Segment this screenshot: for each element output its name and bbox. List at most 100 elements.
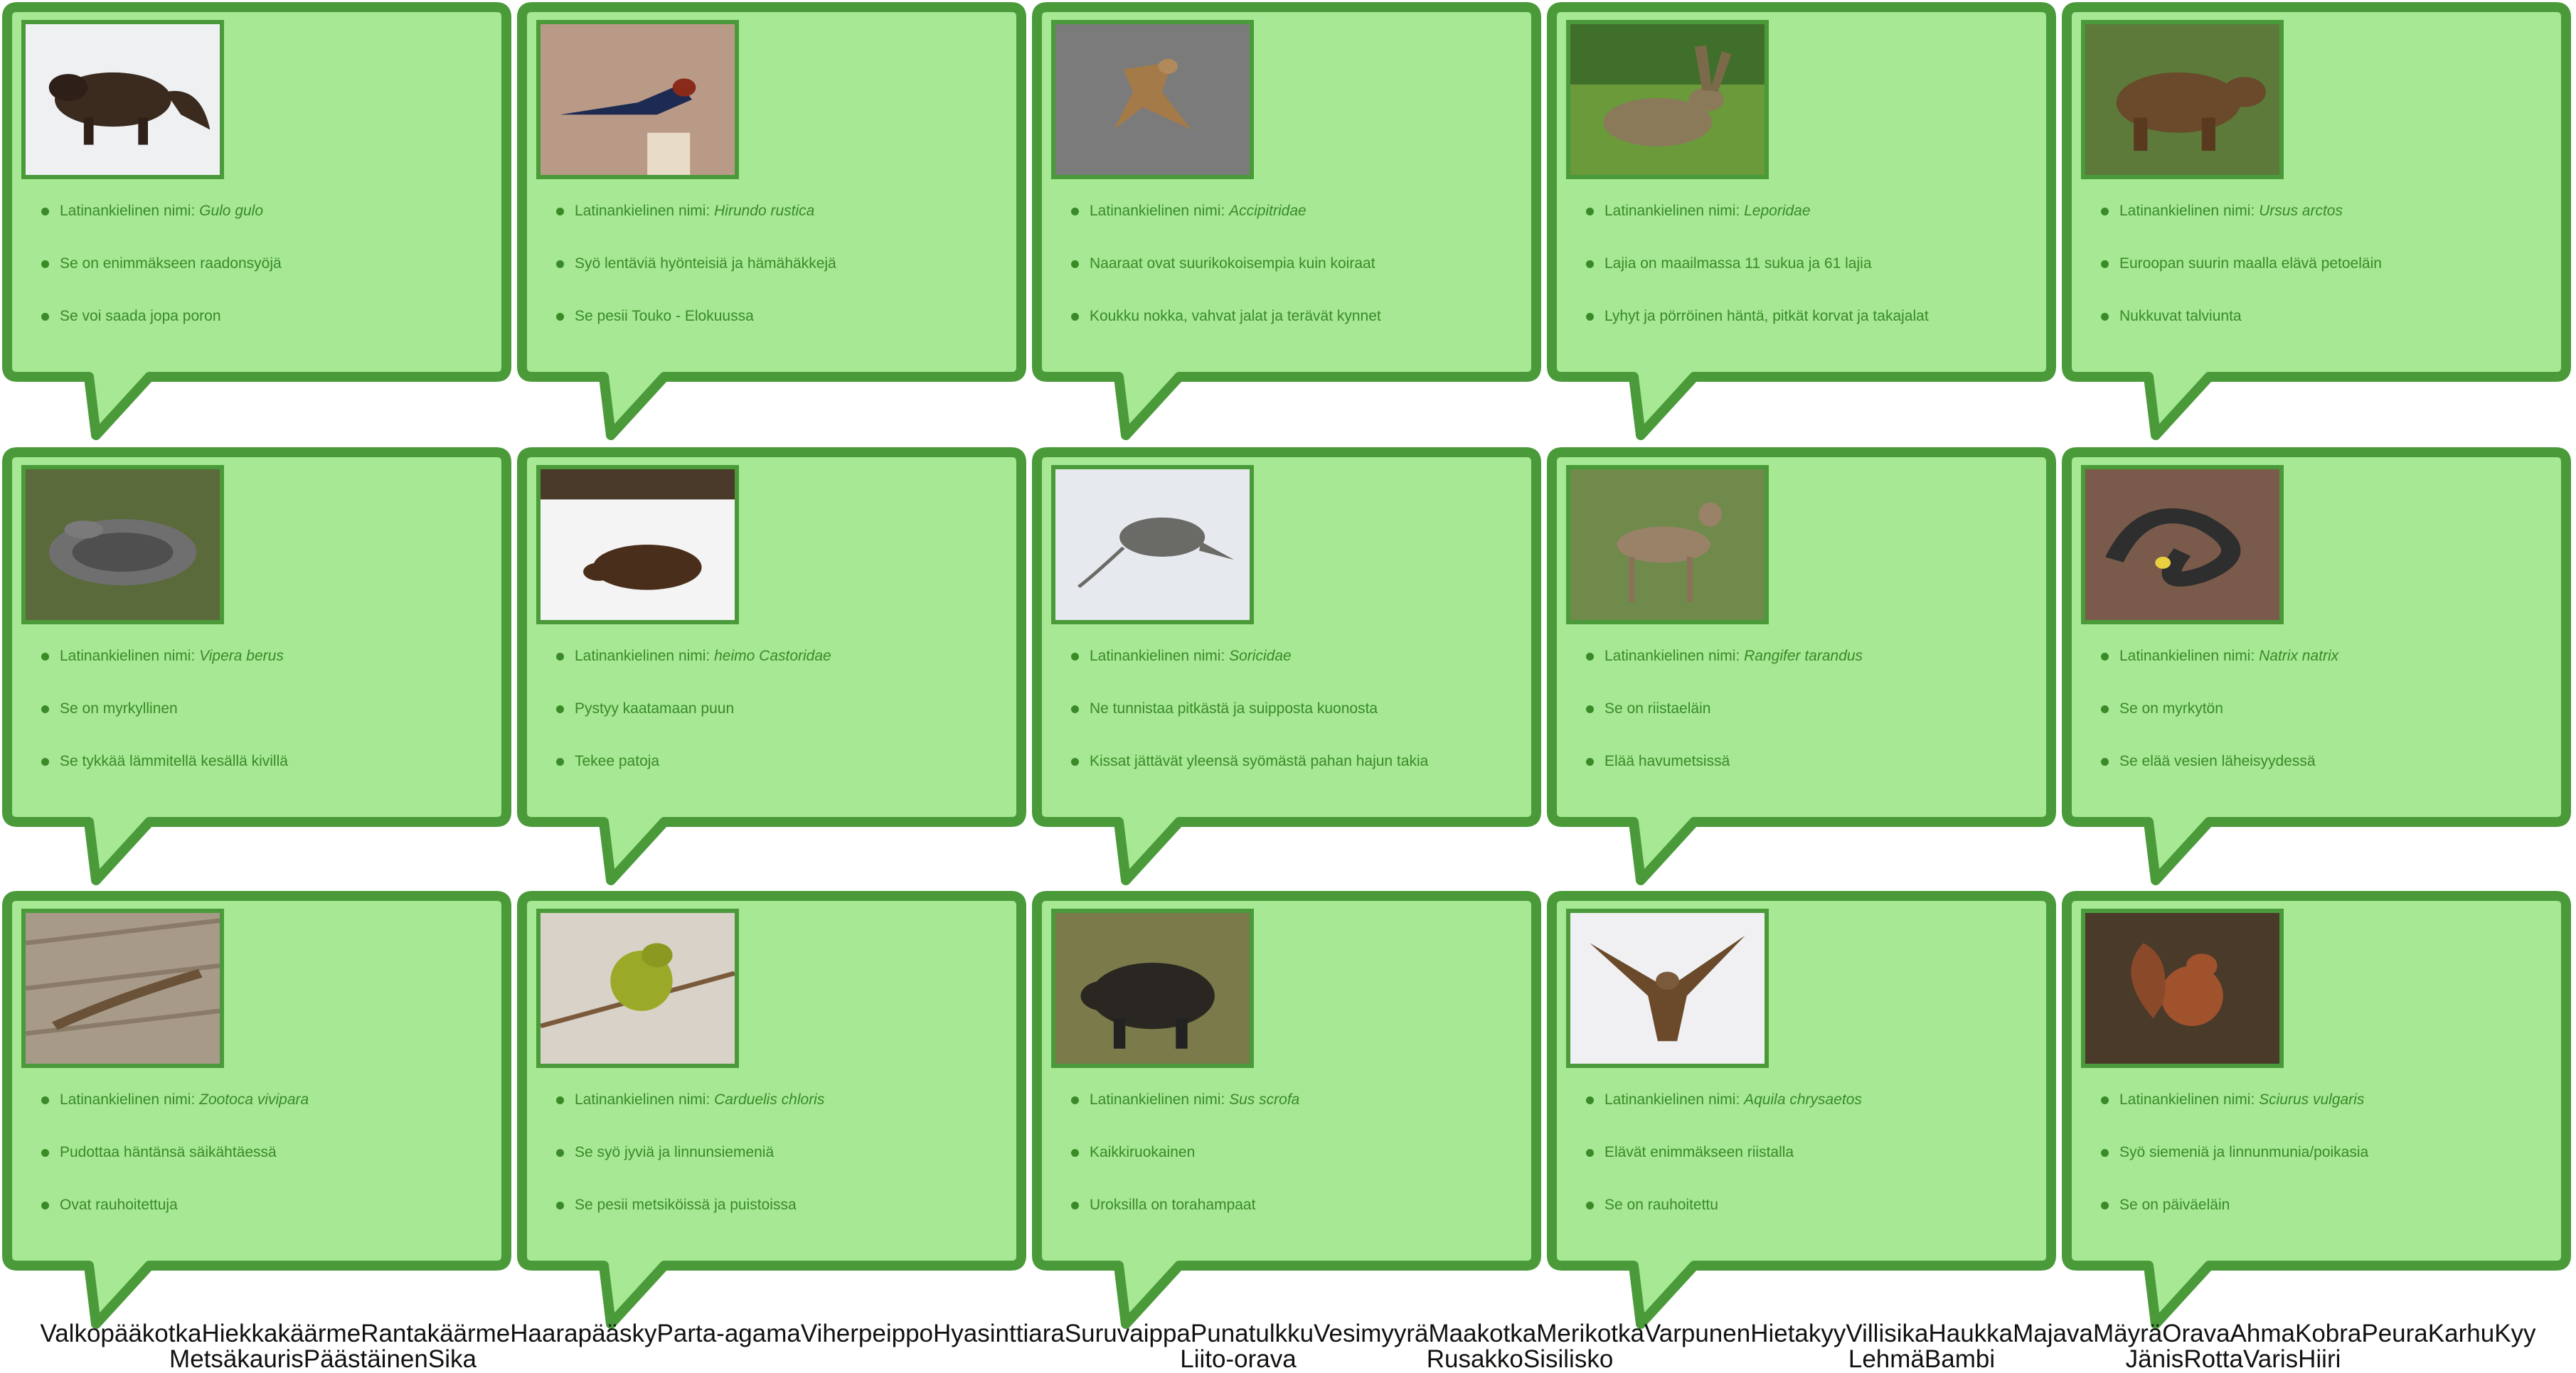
word-bank-word[interactable]: Hyasinttiara (933, 1320, 1065, 1347)
fact-item: Lyhyt ja pörröinen häntä, pitkät korvat … (1585, 306, 2033, 358)
fact-item: Se tykkää lämmitellä kesällä kivillä (40, 751, 488, 803)
word-bank-word[interactable]: Bambi (1925, 1345, 1995, 1373)
fact-item: Kaikkiruokainen (1070, 1142, 1518, 1195)
word-bank-word[interactable]: Lehmä (1848, 1345, 1925, 1373)
word-bank-word[interactable]: Valkopääkotka (40, 1320, 201, 1347)
fact-list: Latinankielinen nimi: Sciurus vulgaris S… (2099, 1089, 2548, 1247)
latin-name-value: Soricidae (1229, 648, 1292, 664)
latin-name-label: Latinankielinen nimi: (60, 648, 200, 664)
word-bank-row-1: ValkopääkotkaHiekkakäärmeRantakäärmeHaar… (0, 1321, 2576, 1347)
word-bank-word[interactable]: Merikotka (1536, 1320, 1644, 1347)
word-bank-word[interactable]: Varpunen (1644, 1320, 1750, 1347)
word-bank-word[interactable]: Rotta (2183, 1345, 2243, 1373)
fact-latin-name: Latinankielinen nimi: Carduelis chloris (555, 1089, 1003, 1142)
word-bank-word[interactable]: Ahma (2230, 1320, 2295, 1347)
word-bank-word[interactable]: Metsäkauris (169, 1345, 304, 1373)
word-bank-word[interactable]: Parta-agama (657, 1320, 801, 1347)
latin-name-value: Leporidae (1744, 203, 1811, 219)
fact-list: Latinankielinen nimi: Rangifer tarandus … (1585, 646, 2033, 803)
fact-item: Se on riistaeläin (1585, 698, 2033, 751)
word-bank-word[interactable]: Hiiri (2298, 1345, 2341, 1373)
fact-item: Syö lentäviä hyönteisiä ja hämähäkkejä (555, 253, 1003, 306)
viper-photo (21, 465, 224, 624)
fact-item: Se pesii Touko - Elokuussa (555, 306, 1003, 358)
latin-name-label: Latinankielinen nimi: (60, 203, 200, 219)
latin-name-value: Zootoca vivipara (199, 1091, 309, 1108)
latin-name-label: Latinankielinen nimi: (1604, 648, 1745, 664)
fact-list: Latinankielinen nimi: Leporidae Lajia on… (1585, 201, 2033, 358)
fact-item: Koukku nokka, vahvat jalat ja terävät ky… (1070, 306, 1518, 358)
word-bank-word[interactable]: Vesimyyrä (1314, 1320, 1428, 1347)
fact-list: Latinankielinen nimi: Soricidae Ne tunni… (1070, 646, 1518, 803)
latin-name-label: Latinankielinen nimi: (2119, 648, 2260, 664)
fact-item: Se on rauhoitettu (1585, 1195, 2033, 1247)
word-bank-word[interactable]: Punatulkku (1191, 1320, 1314, 1347)
fact-list: Latinankielinen nimi: Aquila chrysaetos … (1585, 1089, 2033, 1247)
word-bank-word[interactable]: Liito-orava (1180, 1345, 1296, 1373)
latin-name-value: Accipitridae (1229, 203, 1306, 219)
fact-latin-name: Latinankielinen nimi: Gulo gulo (40, 201, 488, 253)
word-bank-word[interactable]: Sika (428, 1345, 477, 1373)
wolverine-photo (21, 20, 224, 179)
deer-photo (1566, 465, 1769, 624)
animal-card: Latinankielinen nimi: Vipera berus Se on… (0, 445, 513, 889)
word-bank-word[interactable]: Varis (2243, 1345, 2298, 1373)
latin-name-label: Latinankielinen nimi: (2119, 1091, 2260, 1108)
fact-list: Latinankielinen nimi: Carduelis chloris … (555, 1089, 1003, 1247)
word-bank-word[interactable]: Maakotka (1429, 1320, 1537, 1347)
word-bank-word[interactable]: Rusakko (1427, 1345, 1523, 1373)
latin-name-value: Aquila chrysaetos (1744, 1091, 1862, 1108)
latin-name-label: Latinankielinen nimi: (60, 1091, 200, 1108)
animal-card: Latinankielinen nimi: Hirundo rustica Sy… (515, 0, 1028, 444)
fact-latin-name: Latinankielinen nimi: Sus scrofa (1070, 1089, 1518, 1142)
hawk-photo (1051, 20, 1254, 179)
fact-latin-name: Latinankielinen nimi: heimo Castoridae (555, 646, 1003, 698)
latin-name-value: Sus scrofa (1229, 1091, 1300, 1108)
animal-card: Latinankielinen nimi: Sciurus vulgaris S… (2060, 889, 2573, 1332)
fact-latin-name: Latinankielinen nimi: Sciurus vulgaris (2099, 1089, 2548, 1142)
word-bank-word[interactable]: Karhu (2428, 1320, 2494, 1347)
animal-card: Latinankielinen nimi: heimo Castoridae P… (515, 445, 1028, 889)
latin-name-value: heimo Castoridae (714, 648, 831, 664)
word-bank-word[interactable]: Viherpeippo (801, 1320, 933, 1347)
word-bank-word[interactable]: Hiekkakäärme (201, 1320, 361, 1347)
fact-item: Se on myrkytön (2099, 698, 2548, 751)
word-bank-word[interactable]: Villisika (1846, 1320, 1928, 1347)
word-bank-word[interactable]: Mäyrä (2093, 1320, 2162, 1347)
word-bank-word[interactable]: Kyy (2494, 1320, 2535, 1347)
fact-latin-name: Latinankielinen nimi: Accipitridae (1070, 201, 1518, 253)
latin-name-label: Latinankielinen nimi: (2119, 203, 2260, 219)
word-bank-word[interactable]: Hietakyy (1750, 1320, 1846, 1347)
fact-item: Elävät enimmäkseen riistalla (1585, 1142, 2033, 1195)
fact-item: Elää havumetsissä (1585, 751, 2033, 803)
animal-card: Latinankielinen nimi: Leporidae Lajia on… (1545, 0, 2058, 444)
word-bank-word[interactable]: Orava (2162, 1320, 2230, 1347)
latin-name-label: Latinankielinen nimi: (575, 648, 715, 664)
animal-card: Latinankielinen nimi: Aquila chrysaetos … (1545, 889, 2058, 1332)
word-bank-word[interactable]: Jänis (2126, 1345, 2184, 1373)
fact-item: Syö siemeniä ja linnunmunia/poikasia (2099, 1142, 2548, 1195)
fact-list: Latinankielinen nimi: Accipitridae Naara… (1070, 201, 1518, 358)
swallow-photo (536, 20, 739, 179)
latin-name-label: Latinankielinen nimi: (575, 1091, 715, 1108)
word-bank-group: RusakkoSisilisko (1427, 1347, 1614, 1372)
word-bank-row-2: MetsäkaurisPäästäinenSika Liito-orava Rusa… (0, 1347, 2576, 1372)
animal-card: Latinankielinen nimi: Natrix natrix Se o… (2060, 445, 2573, 889)
word-bank-word[interactable]: Päästäinen (304, 1345, 428, 1373)
bear-photo (2081, 20, 2284, 179)
word-bank-word[interactable]: Rantakäärme (361, 1320, 510, 1347)
fact-item: Pudottaa häntänsä säikähtäessä (40, 1142, 488, 1195)
word-bank-word[interactable]: Sisilisko (1523, 1345, 1613, 1373)
latin-name-value: Rangifer tarandus (1744, 648, 1863, 664)
fact-list: Latinankielinen nimi: Sus scrofa Kaikkir… (1070, 1089, 1518, 1247)
word-bank-group: JänisRottaVarisHiiri (2126, 1347, 2341, 1372)
word-bank-word[interactable]: Majava (2013, 1320, 2093, 1347)
word-bank-word[interactable]: Suruvaippa (1065, 1320, 1191, 1347)
word-bank-word[interactable]: Kobra (2295, 1320, 2361, 1347)
fact-item: Euroopan suurin maalla elävä petoeläin (2099, 253, 2548, 306)
fact-list: Latinankielinen nimi: Natrix natrix Se o… (2099, 646, 2548, 803)
word-bank-word[interactable]: Haarapääsky (510, 1320, 656, 1347)
word-bank-word[interactable]: Haukka (1928, 1320, 2013, 1347)
latin-name-label: Latinankielinen nimi: (1604, 203, 1745, 219)
word-bank-word[interactable]: Peura (2361, 1320, 2427, 1347)
